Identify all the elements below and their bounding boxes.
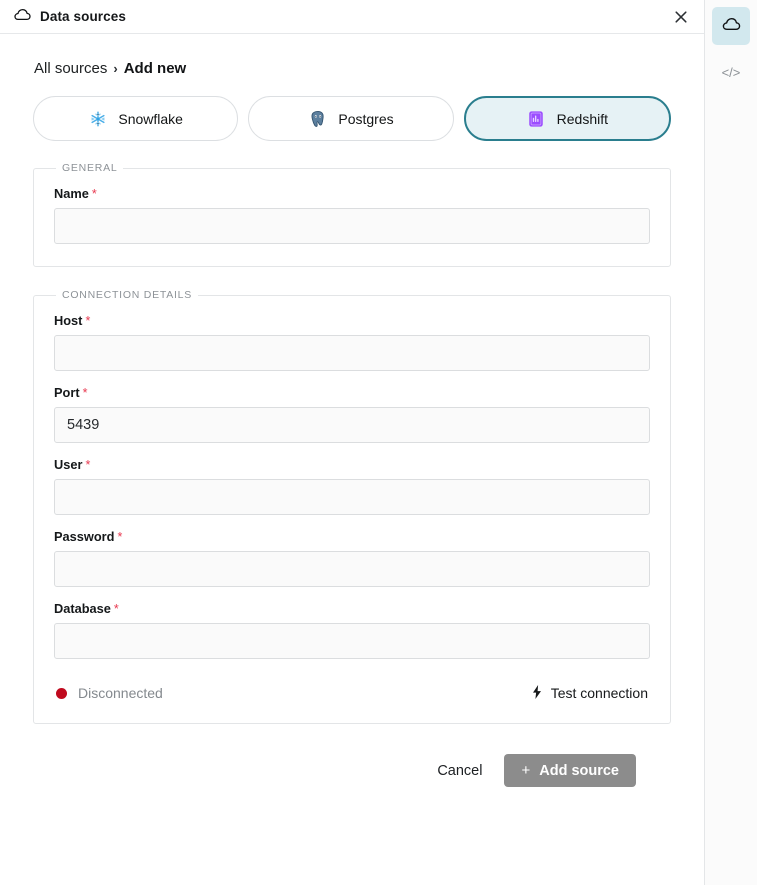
tab-redshift-label: Redshift	[557, 111, 608, 127]
password-input[interactable]	[54, 551, 650, 587]
tab-snowflake[interactable]: Snowflake	[33, 96, 238, 141]
close-icon[interactable]	[670, 6, 692, 28]
field-port-label-text: Port	[54, 385, 80, 400]
add-source-button[interactable]: + Add source	[504, 754, 636, 787]
field-password: Password*	[54, 529, 650, 587]
test-connection-label: Test connection	[551, 685, 648, 701]
tab-snowflake-label: Snowflake	[118, 111, 183, 127]
main-panel: Data sources All sources › Add new	[0, 0, 705, 885]
connection-status-row: Disconnected Test connection	[54, 685, 650, 701]
field-host-label-text: Host	[54, 313, 82, 328]
breadcrumb-current: Add new	[124, 60, 187, 77]
window-title: Data sources	[40, 9, 126, 24]
status-badge: Disconnected	[78, 685, 163, 701]
required-marker: *	[117, 530, 122, 544]
field-user-label: User*	[54, 457, 650, 472]
lightning-bolt-icon	[532, 685, 542, 701]
tab-postgres-label: Postgres	[338, 111, 393, 127]
rail-item-code[interactable]: </>	[712, 53, 750, 91]
source-type-tabs: Snowflake Postgres	[33, 96, 671, 141]
required-marker: *	[83, 386, 88, 400]
add-source-label: Add source	[539, 763, 619, 779]
required-marker: *	[114, 602, 119, 616]
tab-postgres[interactable]: Postgres	[248, 96, 453, 141]
code-brackets-icon: </>	[722, 65, 741, 80]
panel-body: All sources › Add new	[0, 34, 704, 885]
field-port-label: Port*	[54, 385, 650, 400]
field-user-label-text: User	[54, 457, 82, 472]
plus-icon: +	[521, 762, 530, 779]
field-name: Name*	[54, 186, 650, 244]
test-connection-button[interactable]: Test connection	[532, 685, 648, 701]
user-input[interactable]	[54, 479, 650, 515]
breadcrumb-all-sources[interactable]: All sources	[34, 60, 107, 77]
field-database: Database*	[54, 601, 650, 659]
fieldset-general: GENERAL Name*	[33, 162, 671, 267]
cancel-button[interactable]: Cancel	[433, 757, 486, 785]
required-marker: *	[92, 187, 97, 201]
field-name-label-text: Name	[54, 186, 89, 201]
field-port: Port*	[54, 385, 650, 443]
cloud-icon	[722, 17, 741, 36]
snowflake-icon	[88, 109, 107, 128]
port-input[interactable]	[54, 407, 650, 443]
field-database-label: Database*	[54, 601, 650, 616]
tab-redshift[interactable]: Redshift	[464, 96, 671, 141]
fieldset-connection-details: CONNECTION DETAILS Host* Port* User*	[33, 289, 671, 724]
dialog-actions: Cancel + Add source	[33, 746, 671, 787]
status-dot-icon	[56, 688, 67, 699]
titlebar-left: Data sources	[14, 8, 670, 26]
rail-item-data-sources[interactable]	[712, 7, 750, 45]
cloud-icon	[14, 8, 31, 26]
fieldset-general-legend: GENERAL	[56, 162, 123, 174]
field-name-label: Name*	[54, 186, 650, 201]
field-user: User*	[54, 457, 650, 515]
host-input[interactable]	[54, 335, 650, 371]
data-sources-dialog: Data sources All sources › Add new	[0, 0, 757, 885]
window-titlebar: Data sources	[0, 0, 704, 34]
name-input[interactable]	[54, 208, 650, 244]
connection-status: Disconnected	[56, 685, 163, 701]
required-marker: *	[85, 458, 90, 472]
redshift-icon	[527, 109, 546, 128]
right-rail: </>	[705, 0, 757, 885]
database-input[interactable]	[54, 623, 650, 659]
fieldset-connection-details-legend: CONNECTION DETAILS	[56, 289, 198, 301]
breadcrumb: All sources › Add new	[33, 60, 671, 77]
postgres-elephant-icon	[308, 109, 327, 128]
field-password-label: Password*	[54, 529, 650, 544]
required-marker: *	[85, 314, 90, 328]
field-host: Host*	[54, 313, 650, 371]
field-host-label: Host*	[54, 313, 650, 328]
breadcrumb-separator: ›	[113, 61, 117, 76]
field-password-label-text: Password	[54, 529, 114, 544]
field-database-label-text: Database	[54, 601, 111, 616]
